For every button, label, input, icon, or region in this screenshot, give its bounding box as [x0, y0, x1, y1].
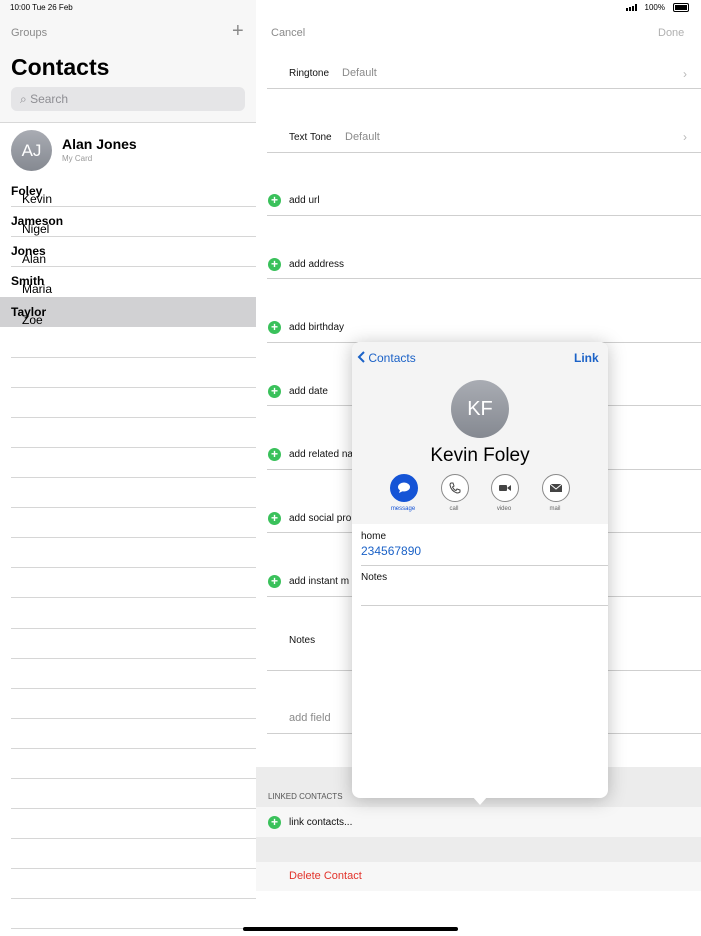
divider [267, 215, 701, 216]
add-icon[interactable]: + [268, 321, 281, 334]
back-button[interactable]: Contacts [357, 351, 416, 365]
mail-label: mail [549, 506, 561, 512]
divider [11, 417, 256, 418]
ringtone-value: Default [342, 67, 377, 79]
divider [11, 567, 256, 568]
add-icon[interactable]: + [268, 512, 281, 525]
add-related-name-button[interactable]: add related na [289, 449, 353, 460]
list-item[interactable]: Kevin Foley [0, 176, 256, 206]
plus-icon[interactable]: + [232, 20, 244, 43]
divider [11, 688, 256, 689]
phone-number-link[interactable]: 234567890 [361, 544, 421, 558]
message-icon [398, 482, 410, 493]
battery-icon [673, 3, 689, 12]
home-indicator[interactable] [243, 927, 458, 931]
list-item[interactable]: Nigel Jameson [0, 206, 256, 236]
contact-name: Kevin Foley [430, 445, 530, 466]
add-icon[interactable]: + [268, 258, 281, 271]
divider [11, 748, 256, 749]
divider [267, 88, 701, 89]
add-icon[interactable]: + [268, 448, 281, 461]
divider [361, 565, 608, 566]
divider [11, 658, 256, 659]
text-tone-value: Default [345, 131, 380, 143]
signal-icon [625, 4, 637, 11]
divider [11, 778, 256, 779]
popover-arrow [472, 796, 488, 805]
notes-label: Notes [361, 572, 388, 583]
delete-contact-button[interactable]: Delete Contact [289, 870, 362, 882]
ringtone-row[interactable] [267, 58, 701, 88]
divider [11, 537, 256, 538]
add-address-button[interactable]: add address [289, 259, 344, 270]
add-birthday-button[interactable]: add birthday [289, 322, 344, 333]
add-instant-message-button[interactable]: add instant m [289, 576, 349, 587]
my-card-name[interactable]: Alan Jones [62, 136, 137, 152]
video-label: video [496, 506, 512, 512]
add-icon[interactable]: + [268, 816, 281, 829]
text-tone-label: Text Tone [289, 132, 332, 143]
divider [11, 808, 256, 809]
call-label: call [449, 506, 459, 512]
linked-contacts-header: LINKED CONTACTS [268, 792, 343, 801]
link-contacts-button[interactable]: link contacts... [289, 817, 352, 828]
cancel-button[interactable]: Cancel [271, 27, 305, 39]
chevron-left-icon [357, 351, 365, 363]
divider [11, 628, 256, 629]
add-date-button[interactable]: add date [289, 386, 328, 397]
add-field-button[interactable]: add field [289, 712, 331, 724]
divider [11, 868, 256, 869]
done-button[interactable]: Done [658, 27, 684, 39]
text-tone-row[interactable] [267, 121, 701, 151]
status-time: 10:00 Tue 26 Feb [10, 3, 73, 12]
my-card-label: My Card [62, 154, 93, 163]
divider [361, 605, 608, 606]
ringtone-label: Ringtone [289, 68, 330, 79]
message-button[interactable] [390, 474, 418, 502]
video-icon [499, 485, 511, 491]
divider [267, 278, 701, 279]
call-button[interactable] [441, 474, 469, 502]
add-icon[interactable]: + [268, 194, 281, 207]
divider [11, 507, 256, 508]
avatar: KF [451, 380, 509, 438]
divider [11, 597, 256, 598]
message-label: message [390, 506, 416, 512]
divider [11, 477, 256, 478]
page-title: Contacts [11, 54, 110, 80]
chevron-right-icon: › [683, 67, 687, 81]
list-item[interactable]: Maria Smith [0, 266, 256, 296]
avatar[interactable]: AJ [11, 130, 52, 171]
phone-icon [449, 482, 461, 494]
divider [11, 447, 256, 448]
notes-label: Notes [289, 635, 316, 646]
add-url-button[interactable]: add url [289, 195, 320, 206]
groups-button[interactable]: Groups [11, 27, 47, 39]
divider [11, 357, 256, 358]
divider [11, 928, 256, 929]
list-item[interactable]: Alan Jones [0, 236, 256, 266]
phone-label: home [361, 531, 387, 542]
list-item-selected[interactable]: Zoe Taylor [0, 297, 256, 327]
add-social-profile-button[interactable]: add social pro [289, 513, 351, 524]
link-button[interactable]: Link [574, 351, 599, 365]
divider [11, 387, 256, 388]
add-icon[interactable]: + [268, 575, 281, 588]
divider [11, 718, 256, 719]
mail-icon [549, 483, 563, 492]
chevron-right-icon: › [683, 130, 687, 144]
video-button[interactable] [491, 474, 519, 502]
status-indicators: 100% [625, 3, 689, 12]
battery-percent: 100% [644, 3, 665, 12]
search-placeholder: ⌕ Search [20, 92, 69, 106]
divider [267, 152, 701, 153]
add-icon[interactable]: + [268, 385, 281, 398]
mail-button[interactable] [542, 474, 570, 502]
search-icon: ⌕ [20, 92, 27, 106]
divider [11, 898, 256, 899]
divider [11, 838, 256, 839]
